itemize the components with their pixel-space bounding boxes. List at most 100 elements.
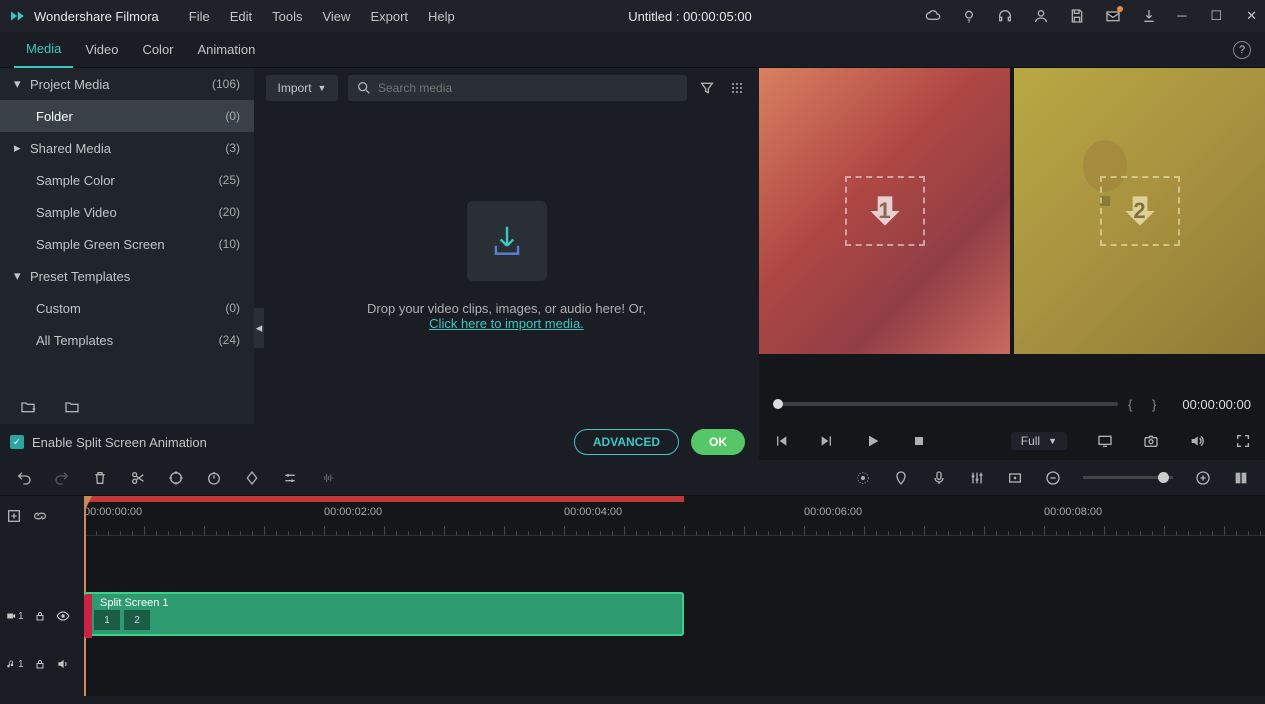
lock-icon[interactable] [34,658,46,670]
title-bar: Wondershare Filmora File Edit Tools View… [0,0,1265,32]
sidebar-sample-video[interactable]: Sample Video(20) [0,196,254,228]
audio-track-1[interactable] [84,640,1265,688]
menu-export[interactable]: Export [370,9,408,24]
timeline-section: 1 1 00:00:00:00 00:00:02:00 00:00:04:00 … [0,460,1265,696]
save-icon[interactable] [1069,8,1085,24]
sidebar-folder[interactable]: Folder(0) [0,100,254,132]
mail-icon[interactable] [1105,8,1121,24]
quality-select[interactable]: Full▼ [1011,432,1067,450]
zoom-out-icon[interactable] [1045,470,1061,486]
display-icon[interactable] [1097,433,1113,449]
clip-split-screen-1[interactable]: Split Screen 1 12 [84,592,684,636]
marker-icon[interactable] [893,470,909,486]
visibility-icon[interactable] [56,609,70,623]
audio-track-header[interactable]: 1 [0,640,84,688]
render-icon[interactable] [855,470,871,486]
download-icon[interactable] [1141,8,1157,24]
fullscreen-icon[interactable] [1235,433,1251,449]
preview-seekbar[interactable] [773,402,1118,406]
video-track-header[interactable]: 1 [0,592,84,640]
mixer-icon[interactable] [969,470,985,486]
sidebar-project-media[interactable]: ▾Project Media(106) [0,68,254,100]
tab-color[interactable]: Color [130,32,185,68]
mark-in-out-icon[interactable]: { } [1128,397,1164,412]
link-icon[interactable] [32,508,48,524]
sidebar-collapse-handle[interactable]: ◂ [254,308,264,348]
enable-split-screen-checkbox[interactable]: ✓ [10,435,24,449]
close-button[interactable]: ✕ [1246,8,1257,24]
menu-tools[interactable]: Tools [272,9,302,24]
import-dropzone-icon[interactable] [467,201,547,281]
lock-icon[interactable] [34,610,46,622]
cloud-icon[interactable] [925,8,941,24]
sidebar-custom[interactable]: Custom(0) [0,292,254,324]
snapshot-icon[interactable] [1143,433,1159,449]
menu-file[interactable]: File [189,9,210,24]
maximize-button[interactable]: ☐ [1210,8,1222,24]
volume-icon[interactable] [1189,433,1205,449]
app-logo-icon [8,7,26,25]
timeline-body[interactable]: 00:00:00:00 00:00:02:00 00:00:04:00 00:0… [84,496,1265,696]
tab-media[interactable]: Media [14,32,73,68]
project-title: Untitled : 00:00:05:00 [455,9,925,24]
voiceover-icon[interactable] [931,470,947,486]
adjust-icon[interactable] [282,470,298,486]
split-icon[interactable] [130,470,146,486]
import-link[interactable]: Click here to import media. [429,316,584,331]
preview-slot-1[interactable]: 1 [759,68,1010,354]
play-button[interactable] [865,433,881,449]
sidebar-all-templates[interactable]: All Templates(24) [0,324,254,356]
help-icon[interactable]: ? [1233,41,1251,59]
undo-icon[interactable] [16,470,32,486]
timeline-track-headers: 1 1 [0,496,84,696]
redo-icon[interactable] [54,470,70,486]
preview-timecode: 00:00:00:00 [1182,397,1251,412]
sidebar-sample-green-screen[interactable]: Sample Green Screen(10) [0,228,254,260]
main-menu: File Edit Tools View Export Help [189,9,455,24]
keyframe-icon[interactable] [244,470,260,486]
menu-view[interactable]: View [322,9,350,24]
delete-icon[interactable] [92,470,108,486]
menu-help[interactable]: Help [428,9,455,24]
mute-icon[interactable] [56,657,70,671]
menu-edit[interactable]: Edit [230,9,252,24]
ok-button[interactable]: OK [691,429,745,455]
panel-tabs: Media Video Color Animation ? [0,32,1265,68]
minimize-button[interactable]: ─ [1177,8,1186,24]
media-pane: Import▼ Drop your video clips, images, o… [254,68,759,460]
tab-animation[interactable]: Animation [186,32,268,68]
fit-timeline-icon[interactable] [1233,470,1249,486]
grid-view-icon[interactable] [727,78,747,98]
search-icon [356,80,372,96]
account-icon[interactable] [1033,8,1049,24]
headphones-icon[interactable] [997,8,1013,24]
zoom-in-icon[interactable] [1195,470,1211,486]
folder-icon[interactable] [64,399,80,415]
sidebar-preset-templates[interactable]: ▾Preset Templates [0,260,254,292]
preview-panel: 1 2 { } 00:00:00:00 Full▼ [759,68,1265,460]
audio-wave-icon[interactable] [320,470,336,486]
preview-slot-2[interactable]: 2 [1014,68,1265,354]
import-button[interactable]: Import▼ [266,75,338,101]
filter-icon[interactable] [697,78,717,98]
crop-icon[interactable] [168,470,184,486]
stop-button[interactable] [911,433,927,449]
prev-frame-button[interactable] [773,433,789,449]
video-track-1[interactable]: Split Screen 1 12 [84,592,1265,640]
add-track-icon[interactable] [6,508,22,524]
media-sidebar: ▾Project Media(106) Folder(0) ▸Shared Me… [0,68,254,460]
sidebar-sample-color[interactable]: Sample Color(25) [0,164,254,196]
dropzone-text: Drop your video clips, images, or audio … [367,301,646,316]
speed-icon[interactable] [206,470,222,486]
preview-canvas: 1 2 [759,68,1265,354]
search-input[interactable] [348,75,687,101]
advanced-button[interactable]: ADVANCED [574,429,679,455]
sidebar-shared-media[interactable]: ▸Shared Media(3) [0,132,254,164]
record-screen-icon[interactable] [1007,470,1023,486]
zoom-slider[interactable] [1083,476,1173,479]
next-frame-button[interactable] [819,433,835,449]
enable-split-screen-label: Enable Split Screen Animation [32,435,207,450]
lightbulb-icon[interactable] [961,8,977,24]
tab-video[interactable]: Video [73,32,130,68]
new-folder-icon[interactable] [20,399,36,415]
